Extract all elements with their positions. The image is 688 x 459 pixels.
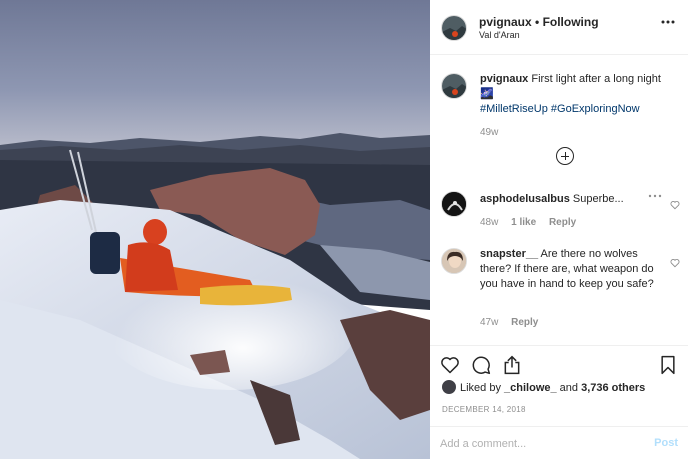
- like-button[interactable]: [440, 355, 460, 375]
- reply-button[interactable]: Reply: [549, 217, 576, 228]
- hashtag-link[interactable]: #GoExploringNow: [551, 103, 640, 115]
- comment-meta: 47w Reply: [480, 317, 548, 328]
- comment-like-count[interactable]: 1 like: [511, 217, 536, 228]
- comment-like-button[interactable]: [670, 255, 680, 268]
- comment-body: Superbe...: [569, 193, 624, 205]
- comment-text: snapster__ Are there no wolves there? If…: [480, 247, 658, 292]
- heart-icon: [441, 357, 459, 374]
- more-horizontal-icon: [661, 20, 675, 24]
- post-photo[interactable]: [0, 0, 430, 459]
- milky-way-emoji: 🌌: [480, 88, 494, 100]
- avatar-image: [442, 74, 466, 98]
- share-button[interactable]: [502, 355, 522, 375]
- avatar-image: [442, 16, 466, 40]
- hashtag-link[interactable]: #MilletRiseUp: [480, 103, 548, 115]
- more-horizontal-icon: [648, 194, 662, 198]
- add-comment-input[interactable]: [440, 436, 630, 452]
- save-button[interactable]: [658, 355, 678, 375]
- photo-mountain-bivouac: [0, 0, 430, 459]
- avatar-image: [442, 192, 466, 216]
- caption-username[interactable]: pvignaux: [480, 73, 528, 85]
- author-avatar[interactable]: [441, 15, 467, 41]
- comment-button[interactable]: [471, 355, 491, 375]
- post-date[interactable]: DECEMBER 14, 2018: [442, 405, 526, 414]
- action-bar: [430, 345, 688, 381]
- likes-count[interactable]: 3,736 others: [581, 382, 645, 394]
- header-separator: •: [531, 15, 543, 29]
- post-location[interactable]: Val d'Aran: [479, 30, 520, 40]
- bookmark-icon: [661, 355, 675, 375]
- comment-username[interactable]: snapster__: [480, 248, 538, 260]
- caption-timestamp[interactable]: 49w: [480, 127, 498, 138]
- post-panel: pvignaux • Following Val d'Aran pvignaux…: [430, 0, 688, 459]
- share-icon: [504, 355, 520, 375]
- liked-by: Liked by _chilowe_ and 3,736 others: [442, 380, 645, 395]
- post-comment-button[interactable]: Post: [654, 437, 678, 449]
- liker-username[interactable]: _chilowe_: [504, 382, 557, 394]
- commenter-avatar[interactable]: [441, 191, 467, 217]
- comment-like-button[interactable]: [670, 197, 680, 210]
- post-header: pvignaux • Following Val d'Aran: [430, 0, 688, 55]
- author-line: pvignaux • Following: [479, 15, 599, 29]
- author-username[interactable]: pvignaux: [479, 15, 532, 29]
- comment-icon: [472, 356, 491, 375]
- avatar-image: [442, 249, 466, 273]
- heart-icon: [670, 259, 680, 268]
- comment-timestamp[interactable]: 48w: [480, 217, 498, 228]
- commenter-avatar[interactable]: [441, 248, 467, 274]
- caption-avatar[interactable]: [441, 73, 467, 99]
- caption-text: pvignaux First light after a long night …: [480, 72, 670, 117]
- liked-by-prefix: Liked by: [460, 381, 505, 394]
- add-comment-bar: Post: [430, 426, 688, 459]
- comment-options-button[interactable]: [648, 190, 662, 205]
- load-more-comments-button[interactable]: [556, 147, 574, 165]
- heart-icon: [670, 201, 680, 210]
- follow-status[interactable]: Following: [543, 15, 599, 29]
- comment-timestamp[interactable]: 47w: [480, 317, 498, 328]
- liked-by-and: and: [556, 381, 582, 394]
- reply-button[interactable]: Reply: [511, 317, 538, 328]
- more-options-button[interactable]: [660, 14, 676, 35]
- caption-body: First light after a long night: [528, 73, 661, 85]
- comment-meta: 48w 1 like Reply: [480, 217, 586, 228]
- comment-username[interactable]: asphodelusalbus: [480, 193, 570, 205]
- comment-text: asphodelusalbus Superbe...: [480, 193, 640, 205]
- liker-avatar[interactable]: [442, 380, 456, 394]
